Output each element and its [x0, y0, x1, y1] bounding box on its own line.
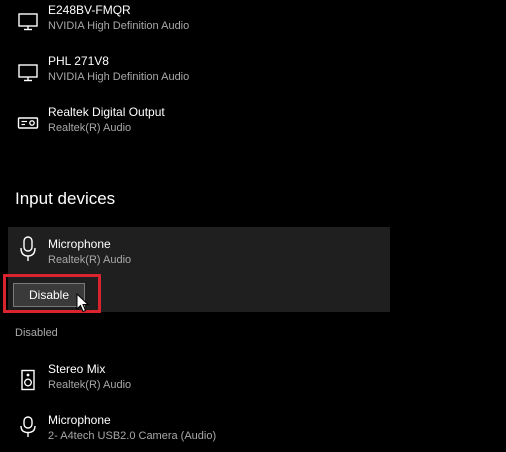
device-driver: 2- A4tech USB2.0 Camera (Audio) [48, 430, 217, 442]
output-device-realtek-digital[interactable]: Realtek Digital Output Realtek(R) Audio [0, 104, 400, 144]
monitor-icon [18, 13, 38, 31]
microphone-icon [20, 416, 36, 437]
device-driver: NVIDIA High Definition Audio [48, 71, 190, 83]
disabled-heading: Disabled [15, 327, 58, 339]
input-devices-heading: Input devices [15, 189, 116, 208]
digital-output-icon [17, 117, 39, 129]
disabled-device-stereo-mix[interactable]: Stereo Mix Realtek(R) Audio [0, 361, 400, 401]
device-driver: Realtek(R) Audio [48, 379, 132, 391]
device-name: Microphone [48, 237, 111, 251]
disable-button[interactable]: Disable [13, 283, 85, 307]
disabled-device-microphone-a4tech[interactable]: Microphone 2- A4tech USB2.0 Camera (Audi… [0, 412, 400, 452]
microphone-icon [20, 236, 36, 261]
device-name: Realtek Digital Output [48, 105, 165, 119]
device-driver: NVIDIA High Definition Audio [48, 20, 190, 32]
device-name: E248BV-FMQR [48, 3, 131, 17]
output-device-e248bv[interactable]: E248BV-FMQR NVIDIA High Definition Audio [0, 2, 400, 42]
output-device-phl271v8[interactable]: PHL 271V8 NVIDIA High Definition Audio [0, 53, 400, 93]
speaker-icon [21, 369, 35, 391]
device-name: Stereo Mix [48, 362, 106, 376]
device-name: PHL 271V8 [48, 54, 109, 68]
device-driver: Realtek(R) Audio [48, 122, 132, 134]
device-driver: Realtek(R) Audio [48, 254, 132, 266]
device-name: Microphone [48, 413, 111, 427]
monitor-icon [18, 64, 38, 82]
